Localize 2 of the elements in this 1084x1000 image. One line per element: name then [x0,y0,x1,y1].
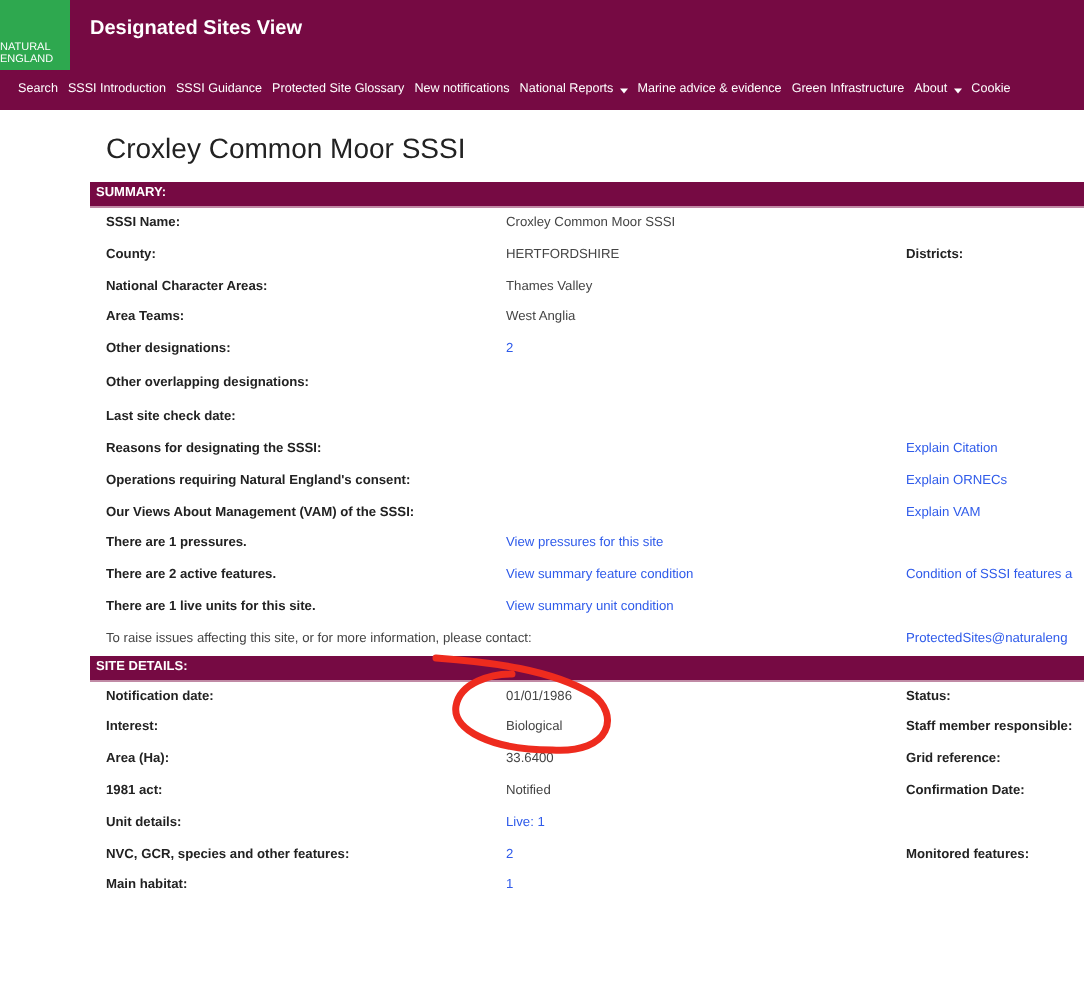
page-title: Croxley Common Moor SSSI [106,130,468,168]
site-title: Designated Sites View [90,16,302,44]
